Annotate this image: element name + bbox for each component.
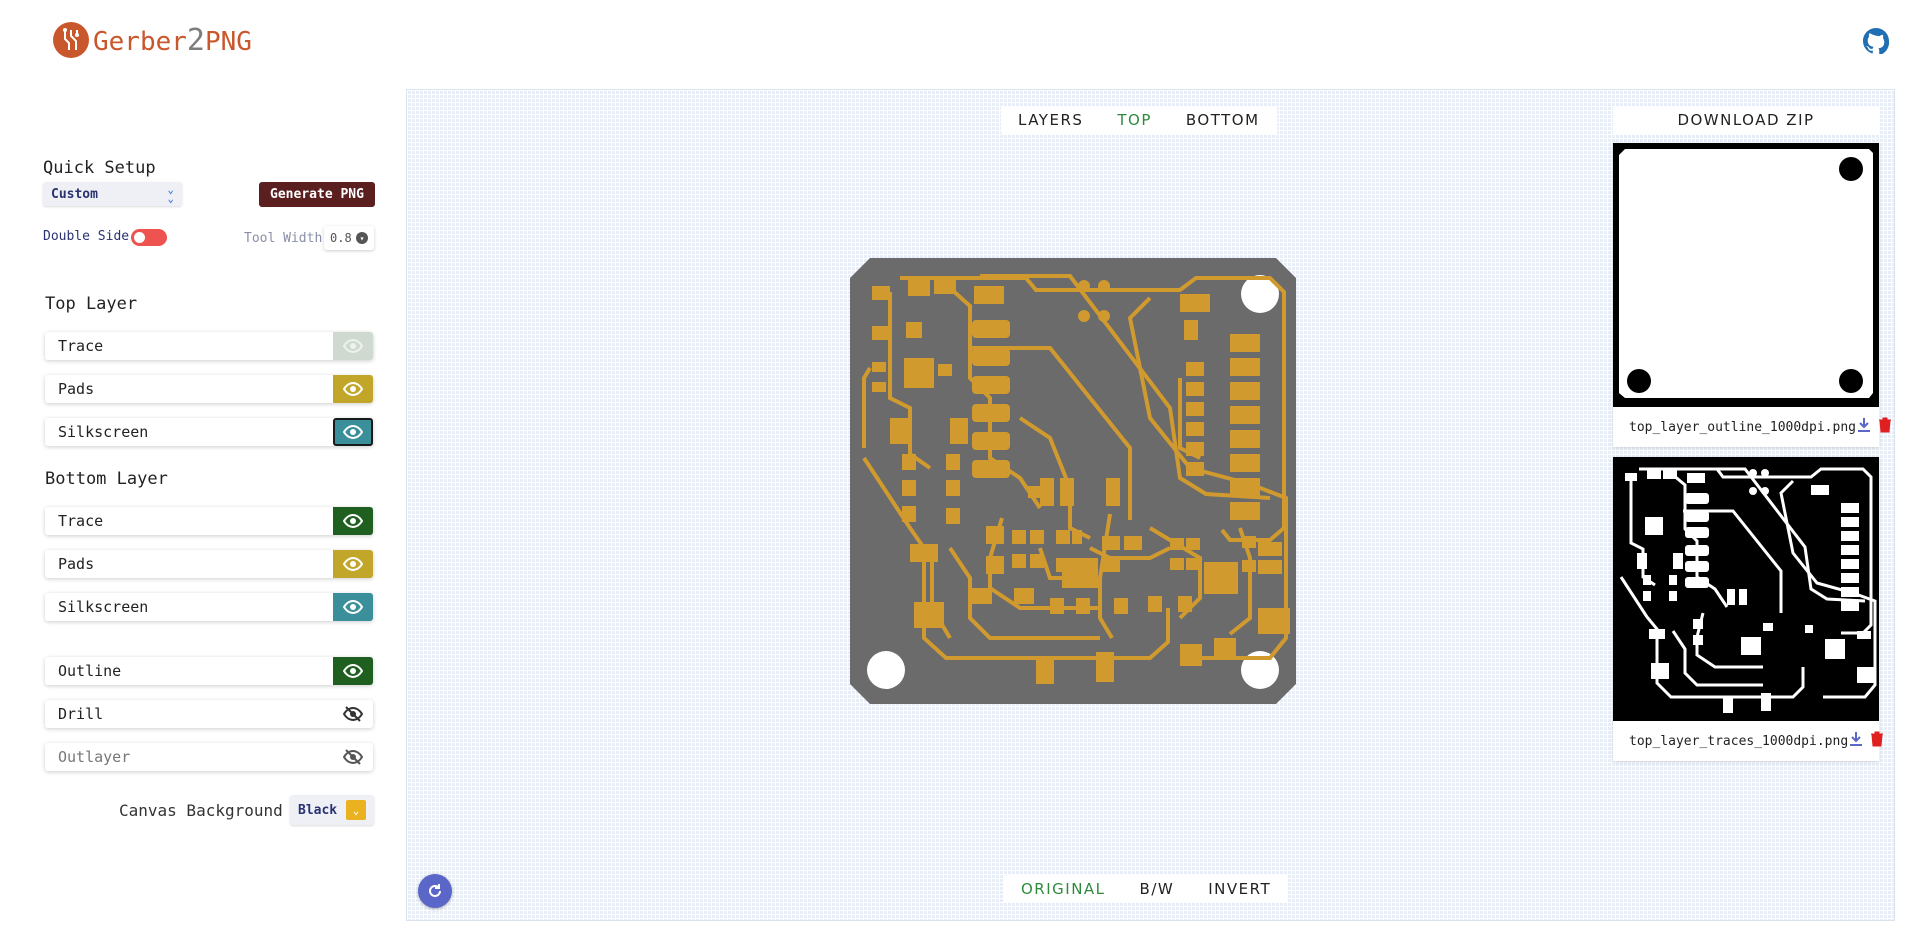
bottom-trace-row: Trace [45, 507, 373, 535]
layer-label: Silkscreen [58, 423, 149, 441]
tab-bottom[interactable]: BOTTOM [1169, 106, 1277, 134]
tool-width-label: Tool Width [244, 231, 323, 246]
view-tabs: LAYERS TOP BOTTOM [1001, 106, 1277, 134]
eye-icon[interactable] [333, 418, 373, 446]
chevron-double-down-icon: ⌄ ⌄ [167, 183, 174, 205]
refresh-button[interactable] [418, 874, 452, 908]
outline-row: Outline [45, 657, 373, 685]
file-name: top_layer_traces_1000dpi.png [1629, 733, 1849, 749]
double-side-toggle[interactable] [131, 229, 167, 246]
trash-icon[interactable] [1870, 731, 1884, 751]
eye-icon[interactable] [333, 507, 373, 535]
outline-preview-image [1613, 143, 1879, 407]
layer-label: Outline [58, 662, 122, 680]
download-zip-button[interactable]: DOWNLOAD ZIP [1613, 106, 1879, 134]
eye-icon[interactable] [333, 375, 373, 403]
layer-label: Silkscreen [58, 598, 149, 616]
top-trace-row: Trace [45, 332, 373, 360]
layer-label: Drill [58, 705, 104, 723]
refresh-icon [429, 884, 441, 897]
app-title-two: 2 [186, 22, 205, 58]
eye-icon[interactable] [333, 550, 373, 578]
eye-off-icon[interactable] [333, 743, 373, 771]
app-logo[interactable]: Gerber2PNG [53, 22, 252, 58]
outlayer-row: Outlayer [45, 743, 373, 771]
download-icon[interactable] [1856, 417, 1872, 437]
mode-invert[interactable]: INVERT [1191, 875, 1288, 903]
tab-layers[interactable]: LAYERS [1001, 106, 1100, 134]
canvas-background-value: Black [298, 802, 338, 818]
eye-icon[interactable] [333, 332, 373, 360]
generate-png-button[interactable]: Generate PNG [259, 182, 375, 207]
bottom-pads-row: Pads [45, 550, 373, 578]
github-icon[interactable] [1863, 28, 1890, 55]
top-pads-row: Pads [45, 375, 373, 403]
layer-label: Trace [58, 512, 104, 530]
drill-row: Drill [45, 700, 373, 728]
quick-setup-title: Quick Setup [43, 158, 156, 178]
download-icon[interactable] [1848, 731, 1864, 751]
mode-original[interactable]: ORIGINAL [1004, 875, 1123, 903]
output-file-card: top_layer_traces_1000dpi.png [1613, 457, 1884, 761]
chevron-double-down-icon: ⌄ [346, 800, 366, 820]
top-layer-title: Top Layer [45, 294, 138, 314]
canvas-background-label: Canvas Background [119, 801, 283, 820]
mode-bw[interactable]: B/W [1123, 875, 1192, 903]
trash-icon[interactable] [1878, 417, 1892, 437]
canvas-background-select[interactable]: Black ⌄ [290, 795, 374, 825]
bottom-layer-title: Bottom Layer [45, 469, 168, 489]
tool-width-select[interactable]: 0.8 ▾ [324, 226, 374, 250]
layer-label: Trace [58, 337, 104, 355]
file-name: top_layer_outline_1000dpi.png [1629, 419, 1856, 435]
tool-width-value: 0.8 [330, 231, 352, 245]
eye-off-icon[interactable] [333, 700, 373, 728]
layer-label: Pads [58, 380, 95, 398]
double-side-label: Double Side [43, 229, 130, 244]
circuit-icon [53, 22, 89, 58]
preset-value: Custom [51, 186, 98, 202]
bottom-silkscreen-row: Silkscreen [45, 593, 373, 621]
layer-label: Pads [58, 555, 95, 573]
preset-select[interactable]: Custom ⌄ ⌄ [43, 182, 182, 206]
pcb-preview [850, 258, 1296, 704]
render-mode-tabs: ORIGINAL B/W INVERT [1004, 875, 1289, 903]
eye-icon[interactable] [333, 593, 373, 621]
app-title-suffix: PNG [204, 26, 252, 57]
traces-preview-image [1613, 457, 1879, 721]
app-title-prefix: Gerber [93, 26, 187, 57]
tab-top[interactable]: TOP [1100, 106, 1169, 134]
eye-icon[interactable] [333, 657, 373, 685]
chevron-down-icon: ▾ [356, 232, 368, 244]
app-title: Gerber2PNG [93, 23, 252, 58]
output-file-card: top_layer_outline_1000dpi.png [1613, 143, 1891, 447]
layer-label: Outlayer [58, 748, 131, 766]
top-silkscreen-row: Silkscreen [45, 418, 373, 446]
